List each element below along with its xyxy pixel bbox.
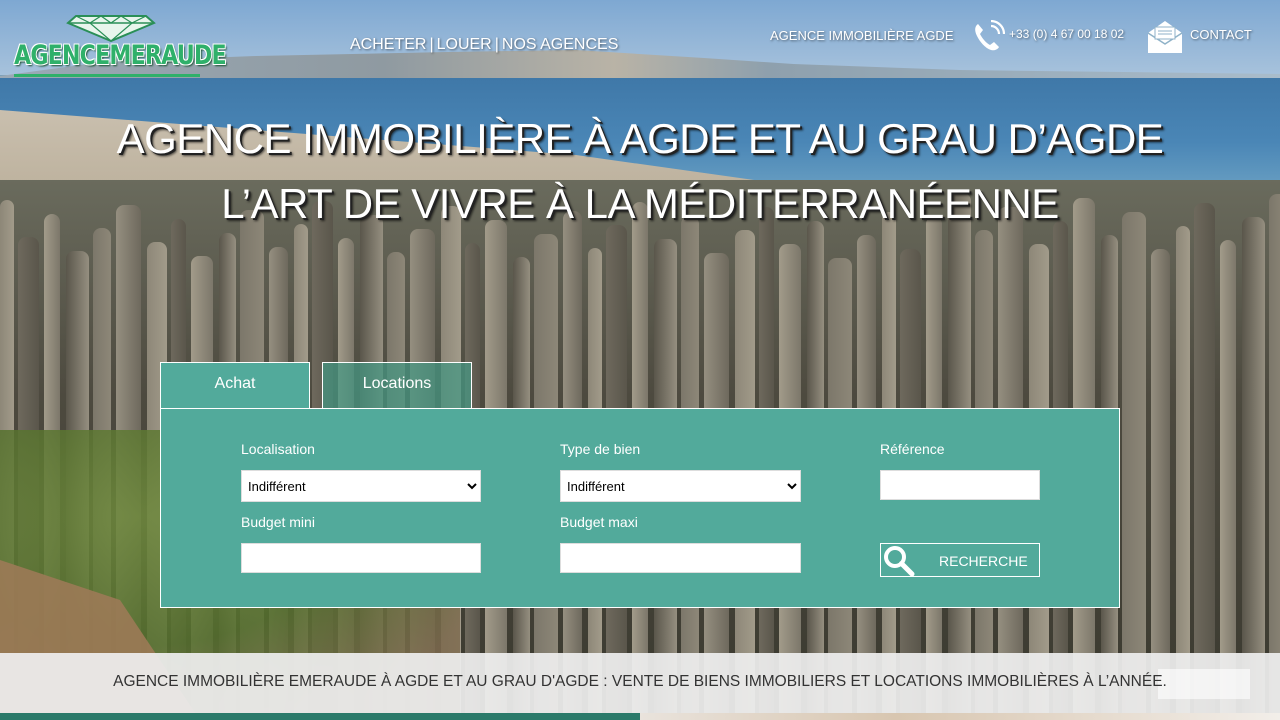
localisation-label: Localisation [241,441,315,457]
budget-max-input[interactable] [560,543,801,573]
search-button-label: RECHERCHE [939,553,1028,569]
tab-locations[interactable]: Locations [322,362,472,409]
hero-subtitle: L’ART DE VIVRE À LA MÉDITERRANÉENNE [221,180,1059,227]
site-logo[interactable]: AGENCEMERAUDE [12,12,227,78]
search-panel: Localisation Indifférent Type de bien In… [160,408,1120,608]
nav-rent[interactable]: LOUER [437,36,492,53]
budget-min-input[interactable] [241,543,481,573]
type-label: Type de bien [560,441,641,457]
nav-separator: | [494,36,499,53]
logo-underline [14,74,200,77]
nav-agencies[interactable]: NOS AGENCES [502,36,618,53]
fence-post [1269,194,1280,720]
reference-input[interactable] [880,470,1040,500]
fence-post [1220,240,1236,720]
type-select[interactable]: Indifférent [560,470,801,502]
bottom-strip-right [640,713,1280,720]
mail-icon [1147,21,1183,53]
intro-banner: AGENCE IMMOBILIÈRE EMERAUDE À AGDE ET AU… [0,653,1280,713]
localisation-select[interactable]: Indifférent [241,470,481,502]
banner-text: AGENCE IMMOBILIÈRE EMERAUDE À AGDE ET AU… [113,673,1167,690]
fence-post [1122,212,1146,720]
nav-buy[interactable]: ACHETER [350,36,426,53]
nav-separator: | [429,36,434,53]
budget-max-label: Budget maxi [560,514,638,530]
phone-number[interactable]: +33 (0) 4 67 00 18 02 [1009,27,1124,41]
phone-icon [975,20,1005,51]
hero-title: AGENCE IMMOBILIÈRE À AGDE ET AU GRAU D’A… [116,115,1164,162]
contact-link[interactable]: CONTACT [1190,27,1252,42]
fence-post [1242,217,1265,720]
diamond-icon [66,15,156,42]
reference-label: Référence [880,441,945,457]
main-nav: ACHETER | LOUER | NOS AGENCES [350,36,618,54]
budget-min-label: Budget mini [241,514,315,530]
search-button[interactable]: RECHERCHE [880,543,1040,577]
bottom-strip-left [0,713,640,720]
fence-post [1176,226,1190,720]
search-icon [884,546,915,577]
tab-achat[interactable]: Achat [160,362,310,409]
fence-post [1151,249,1170,720]
agency-link[interactable]: AGENCE IMMOBILIÈRE AGDE [770,28,954,43]
logo-text: AGENCEMERAUDE [14,40,227,71]
hero-background [0,0,1280,720]
fence-post [1194,203,1215,720]
